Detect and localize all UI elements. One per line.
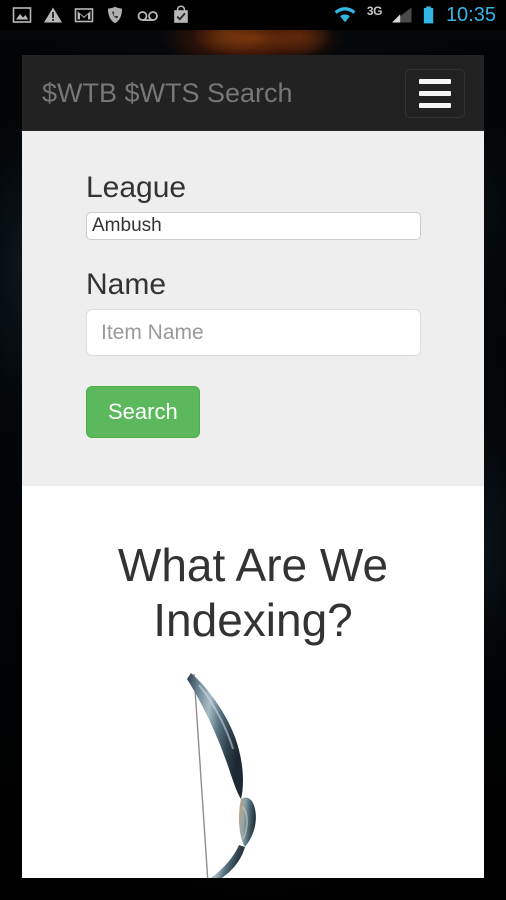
league-select[interactable]: Ambush — [86, 212, 421, 240]
bow-illustration — [22, 671, 484, 878]
phone-screen: 3G 10:35 $WTB $WTS Search League Ambush … — [0, 0, 506, 900]
search-form-panel: League Ambush Name Search — [22, 131, 484, 486]
content-section: What Are We Indexing? — [22, 486, 484, 878]
hamburger-menu-icon[interactable] — [405, 69, 465, 118]
navbar: $WTB $WTS Search — [22, 55, 484, 131]
status-clock: 10:35 — [445, 4, 496, 26]
shopping-bag-check-icon — [171, 5, 191, 25]
search-button[interactable]: Search — [86, 386, 200, 438]
signal-bars-icon — [391, 5, 413, 25]
hamburger-bar — [419, 91, 451, 96]
gallery-image-icon — [12, 5, 32, 25]
gmail-icon — [74, 5, 94, 25]
item-name-input[interactable] — [86, 309, 421, 356]
status-notification-icons — [0, 5, 332, 25]
status-system-icons: 3G 10:35 — [332, 5, 506, 25]
phone-shield-icon — [105, 5, 125, 25]
page-title: What Are We Indexing? — [117, 539, 389, 646]
network-type-label: 3G — [366, 4, 383, 18]
name-label: Name — [86, 268, 167, 301]
battery-icon — [422, 5, 435, 25]
hamburger-bar — [419, 79, 451, 84]
browser-page: $WTB $WTS Search League Ambush Name Sear… — [22, 55, 484, 878]
hamburger-bar — [419, 103, 451, 108]
bow-icon — [187, 673, 256, 878]
warning-triangle-icon — [43, 5, 63, 25]
voicemail-icon — [136, 5, 160, 25]
league-label: League — [86, 171, 187, 204]
android-status-bar: 3G 10:35 — [0, 0, 506, 30]
navbar-brand[interactable]: $WTB $WTS Search — [42, 77, 293, 109]
wifi-icon — [332, 5, 358, 25]
